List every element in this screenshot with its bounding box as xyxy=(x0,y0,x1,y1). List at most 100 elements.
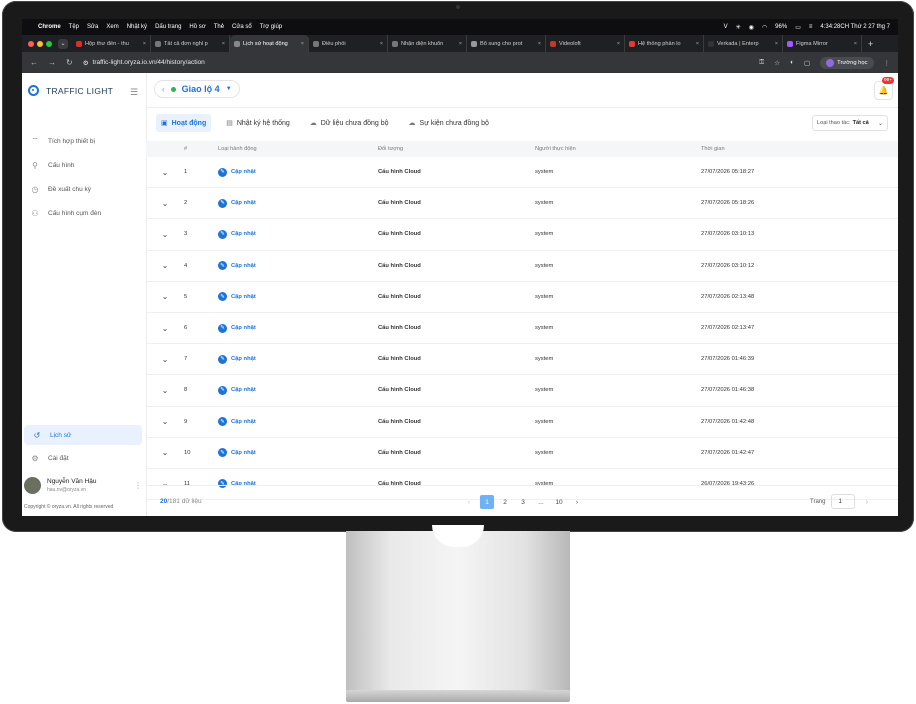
page-ellipsis[interactable]: ... xyxy=(534,495,548,509)
tab-unsynced-data[interactable]: ☁ Dữ liệu chưa đồng bộ xyxy=(305,114,394,132)
nav-config[interactable]: ⚲ Cấu hình xyxy=(22,155,142,175)
tab-close-icon[interactable]: × xyxy=(538,41,541,47)
nav-light-cluster[interactable]: ⚇ Cấu hình cụm đèn xyxy=(22,203,142,223)
browser-tab[interactable]: Figma Mirror × xyxy=(783,35,862,52)
table-row[interactable]: ⌄ 10 ✎ Cập nhật Cấu hình Cloud system 27/07/20… xyxy=(146,438,898,469)
expand-chevron-icon[interactable]: ⌄ xyxy=(146,230,184,239)
tab-close-icon[interactable]: × xyxy=(459,41,462,47)
user-menu-icon[interactable]: ⋮ xyxy=(134,481,142,490)
record-icon[interactable]: ◉ xyxy=(749,24,754,31)
tab-close-icon[interactable]: × xyxy=(301,41,304,47)
chevron-left-icon[interactable]: ‹ xyxy=(162,85,165,94)
table-row[interactable]: ⌄ 8 ✎ Cập nhật Cấu hình Cloud system 27/07/202… xyxy=(146,375,898,407)
key-icon[interactable]: ⚿ xyxy=(759,59,764,67)
forward-arrow-icon[interactable]: → xyxy=(48,58,56,67)
tab-close-icon[interactable]: × xyxy=(380,41,383,47)
page-3[interactable]: 3 xyxy=(516,495,530,509)
expand-chevron-icon[interactable]: ⌄ xyxy=(146,261,184,270)
tab-close-icon[interactable]: × xyxy=(143,41,146,47)
intersection-selector[interactable]: ‹ Giao lộ 4 ▼ xyxy=(154,80,240,98)
menu-tab[interactable]: Thẻ xyxy=(214,24,224,30)
next-page-button[interactable]: › xyxy=(570,495,584,509)
browser-tab[interactable]: Hệ thống phần lo × xyxy=(625,35,704,52)
table-row[interactable]: ⌄ 7 ✎ Cập nhật Cấu hình Cloud system 27/07/202… xyxy=(146,344,898,376)
expand-chevron-icon[interactable]: ⌄ xyxy=(146,199,184,208)
new-tab-button[interactable]: + xyxy=(868,39,873,49)
menu-profiles[interactable]: Hồ sơ xyxy=(189,24,205,30)
browser-tab[interactable]: Nhận diện khuôn × xyxy=(388,35,467,52)
tab-close-icon[interactable]: × xyxy=(222,41,225,47)
user-profile[interactable]: Nguyễn Văn Hậu hau.nv@oryza.vn ⋮ xyxy=(24,477,142,494)
menu-bookmarks[interactable]: Dấu trang xyxy=(155,24,181,30)
tab-close-icon[interactable]: × xyxy=(617,41,620,47)
goto-page-input[interactable]: 1 xyxy=(831,494,856,509)
browser-tab[interactable]: Điều phối × xyxy=(309,35,388,52)
expand-chevron-icon[interactable]: ⌄ xyxy=(146,292,184,301)
wifi-icon[interactable]: ◠ xyxy=(762,24,767,31)
table-row[interactable]: ⌄ 4 ✎ Cập nhật Cấu hình Cloud system 27/07/202… xyxy=(146,251,898,282)
page-2[interactable]: 2 xyxy=(498,495,512,509)
table-row[interactable]: ⌄ 9 ✎ Cập nhật Cấu hình Cloud system 27/07/202… xyxy=(146,407,898,438)
expand-chevron-icon[interactable]: ⌄ xyxy=(146,386,184,395)
vpn-icon[interactable]: V xyxy=(724,24,728,30)
tab-search-button[interactable]: ⌄ xyxy=(58,38,68,49)
table-row[interactable]: ⌄ 1 ✎ Cập nhật Cấu hình Cloud system 27/07/202… xyxy=(146,157,898,189)
zoom-window-button[interactable] xyxy=(46,40,52,47)
expand-chevron-icon[interactable]: ⌄ xyxy=(146,448,184,457)
expand-chevron-icon[interactable]: ⌄ xyxy=(146,355,184,364)
table-row[interactable]: ⌄ 2 ✎ Cập nhật Cấu hình Cloud system 27/07/202… xyxy=(146,188,898,220)
bookmark-star-icon[interactable]: ☆ xyxy=(774,59,780,67)
browser-tab[interactable]: Verkada | Enterp × xyxy=(704,35,783,52)
tab-unsynced-events[interactable]: ☁ Sự kiện chưa đồng bộ xyxy=(404,114,494,132)
tab-system-log[interactable]: ▤ Nhật ký hệ thống xyxy=(221,114,295,132)
clock[interactable]: 4:34:28CH Thứ 2 27 thg 7 xyxy=(820,24,890,30)
browser-tab[interactable]: Lịch sử hoạt động × xyxy=(230,35,309,52)
action-type-filter[interactable]: Loại thao tác: Tất cả ⌄ xyxy=(812,115,888,131)
tab-close-icon[interactable]: × xyxy=(696,41,699,47)
tab-activity[interactable]: ▣ Hoạt động xyxy=(156,114,212,132)
app-logo[interactable]: TRAFFIC LIGHT xyxy=(28,85,113,96)
expand-chevron-icon[interactable]: ⌄ xyxy=(146,417,184,426)
browser-tab[interactable]: Tất cả đơn nghỉ p × xyxy=(151,35,230,52)
menu-toggle-icon[interactable]: ☰ xyxy=(130,87,138,98)
menu-window[interactable]: Cửa sổ xyxy=(232,24,252,30)
browser-tab[interactable]: Hộp thư đến - thu × xyxy=(72,35,151,52)
stand-base xyxy=(346,690,570,702)
expand-chevron-icon[interactable]: ⌄ xyxy=(146,168,184,177)
minimize-window-button[interactable] xyxy=(37,40,43,47)
extension-icon[interactable]: ◐ xyxy=(790,59,794,66)
reload-icon[interactable]: ↻ xyxy=(66,58,73,67)
table-row[interactable]: ⌄ 6 ✎ Cập nhật Cấu hình Cloud system 27/07/202… xyxy=(146,313,898,345)
browser-tab[interactable]: Videoloft × xyxy=(546,35,625,52)
page-1[interactable]: 1 xyxy=(480,495,494,509)
battery-icon[interactable]: ▭ xyxy=(795,24,801,31)
brightness-icon[interactable]: ✳ xyxy=(736,24,741,31)
menu-app-name[interactable]: Chrome xyxy=(38,24,61,30)
nav-cycle-proposal[interactable]: ◷ Đề xuất chu kỳ xyxy=(22,179,142,199)
menu-view[interactable]: Xem xyxy=(106,24,118,30)
menu-history[interactable]: Nhật ký xyxy=(127,24,147,30)
tab-close-icon[interactable]: × xyxy=(775,41,778,47)
nav-settings[interactable]: ⚙ Cài đặt xyxy=(22,448,142,468)
profile-button[interactable]: Trường học xyxy=(820,56,874,69)
page-10[interactable]: 10 xyxy=(552,495,566,509)
nav-history[interactable]: ↺ Lịch sử xyxy=(24,425,142,445)
control-center-icon[interactable]: ≡ xyxy=(809,24,813,30)
goto-next-icon[interactable]: › xyxy=(865,497,868,506)
site-info-icon[interactable]: ⚙ xyxy=(83,59,89,67)
puzzle-icon[interactable]: ▢ xyxy=(804,59,810,67)
table-row[interactable]: ⌄ 3 ✎ Cập nhật Cấu hình Cloud system 27/07/202… xyxy=(146,219,898,251)
close-window-button[interactable] xyxy=(28,40,34,47)
nav-device-integration[interactable]: ⌔ Tích hợp thiết bị xyxy=(22,131,142,151)
menu-edit[interactable]: Sửa xyxy=(87,24,98,30)
address-bar[interactable]: ⚙ traffic-light.oryza.io.vn/44/history/a… xyxy=(83,59,760,67)
more-menu-icon[interactable]: ⋮ xyxy=(884,59,891,67)
expand-chevron-icon[interactable]: ⌄ xyxy=(146,324,184,333)
table-row[interactable]: ⌄ 5 ✎ Cập nhật Cấu hình Cloud system 27/07/202… xyxy=(146,282,898,313)
browser-tab[interactable]: Bổ sung cho prot × xyxy=(467,35,546,52)
prev-page-button[interactable]: ‹ xyxy=(462,495,476,509)
back-arrow-icon[interactable]: ← xyxy=(30,58,38,67)
tab-close-icon[interactable]: × xyxy=(854,41,857,47)
menu-help[interactable]: Trợ giúp xyxy=(260,24,282,30)
menu-file[interactable]: Tệp xyxy=(69,24,79,30)
